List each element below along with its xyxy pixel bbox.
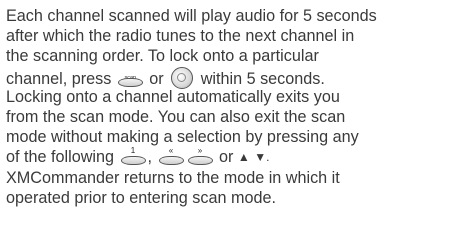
text-span: Each channel scanned will play audio for… [6, 7, 377, 25]
next-button-icon: » [187, 146, 213, 166]
text-span: channel, press [6, 69, 112, 88]
text-line: of the following 1 , « » or ▲ ▼. [6, 147, 464, 167]
text-line: mode without making a selection by press… [6, 127, 464, 147]
text-line: Locking onto a channel automatically exi… [6, 87, 464, 107]
text-line: from the scan mode. You can also exit th… [6, 107, 464, 127]
down-arrow-icon: ▼. [254, 150, 270, 165]
preset-button-icon: 1 [120, 146, 146, 166]
up-arrow-icon: ▲ [237, 150, 250, 165]
text-span: mode without making a selection by press… [6, 128, 359, 147]
text-line: channel, press scan or within 5 seconds. [6, 66, 464, 89]
previous-button-icon: « [158, 146, 184, 166]
text-span: after which the radio tunes to the next … [6, 27, 355, 46]
text-span: from the scan mode. You can also exit th… [6, 107, 346, 126]
text-span: or [219, 148, 234, 167]
select-knob-icon [171, 66, 194, 89]
text-line: operated prior to entering scan mode. [6, 188, 464, 208]
next-label: » [197, 146, 203, 156]
text-span: , [147, 148, 153, 167]
text-span: operated prior to entering scan mode. [6, 188, 276, 207]
text-span: of the following [6, 148, 114, 167]
text-span: XMCommander returns to the mode in which… [6, 168, 340, 187]
previous-label: « [168, 146, 174, 156]
text-line: after which the radio tunes to the next … [6, 26, 464, 46]
text-span: Locking onto a channel automatically exi… [6, 87, 340, 106]
text-line: XMCommander returns to the mode in which… [6, 168, 464, 188]
preset-label: 1 [130, 146, 136, 156]
text-line: Each channel scanned will play audio for… [6, 6, 464, 26]
manual-paragraph: Each channel scanned will play audio for… [6, 6, 464, 208]
text-line: the scanning order. To lock onto a parti… [6, 46, 464, 66]
text-span: or [149, 69, 164, 88]
scan-button-icon: scan [117, 70, 143, 87]
text-span: the scanning order. To lock onto a parti… [6, 47, 319, 66]
text-span: within 5 seconds. [200, 69, 325, 88]
